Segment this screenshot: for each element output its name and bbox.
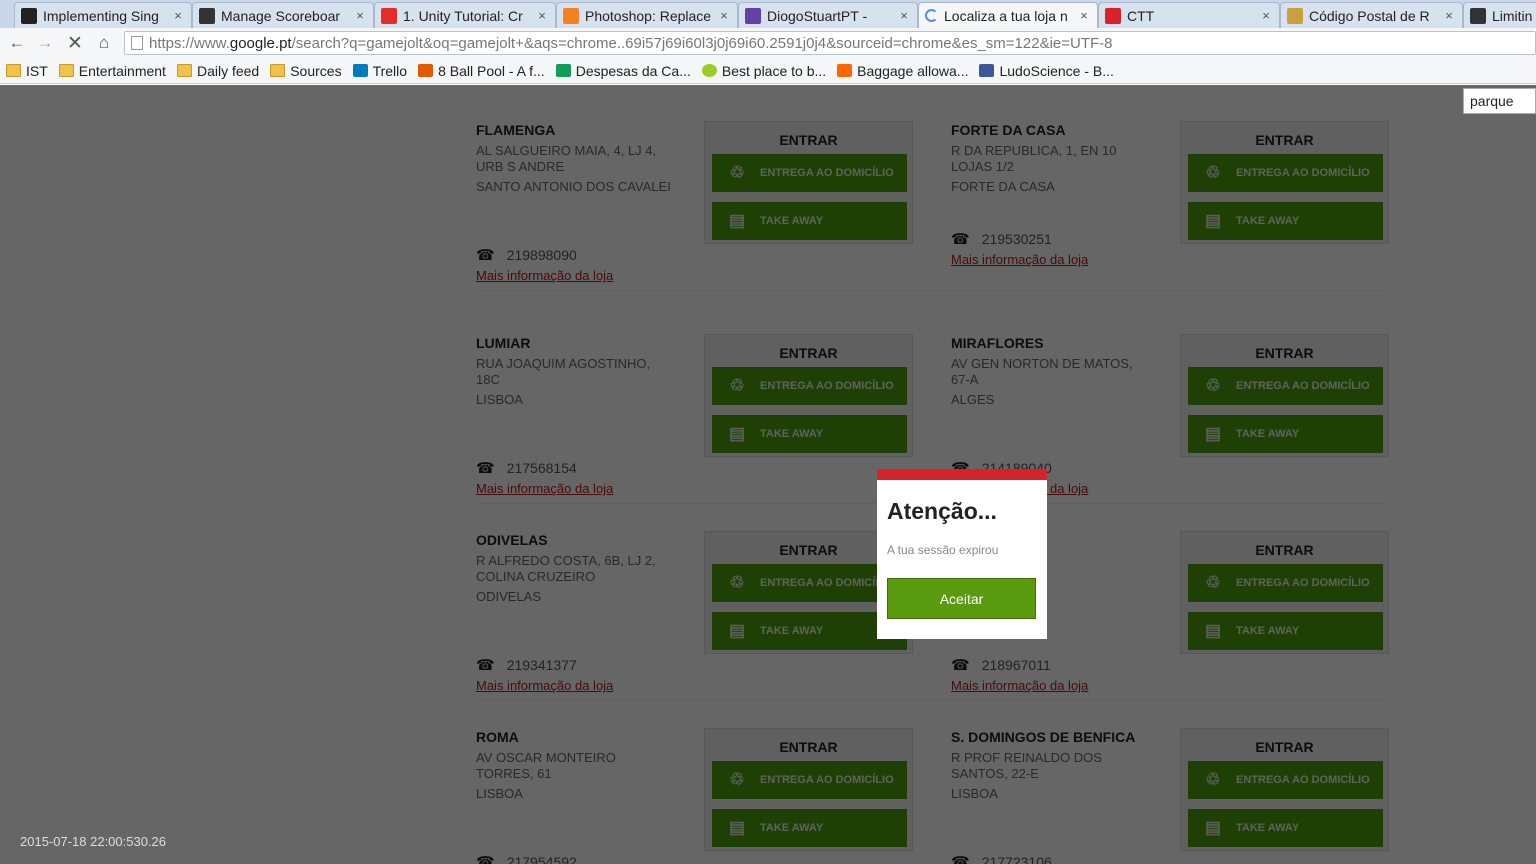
browser-toolbar: ← → ✕ ⌂ https://www. google.pt/search?q=g… [0, 28, 1536, 58]
back-arrow-icon[interactable]: ← [6, 32, 28, 54]
browser-tab[interactable]: DiogoStuartPT - × [738, 2, 918, 28]
search-input[interactable]: parque [1463, 88, 1536, 114]
url-host: google.pt [229, 34, 292, 52]
folder-icon [58, 64, 74, 77]
browser-tab[interactable]: Código Postal de R × [1280, 2, 1463, 28]
bookmark-label: 8 Ball Pool - A f... [438, 62, 545, 79]
ctt-icon [1105, 7, 1121, 24]
8-ball-pool-icon [418, 64, 434, 77]
page-icon [131, 36, 143, 50]
tab-close-icon[interactable]: × [717, 8, 731, 23]
youtube-icon [381, 7, 397, 24]
bookmark-label: Sources [290, 62, 342, 79]
bookmark-label: Best place to b... [721, 62, 827, 79]
tab-title: 1. Unity Tutorial: Cr [403, 7, 523, 24]
tab-close-icon[interactable]: × [1259, 8, 1273, 23]
browser-tab[interactable]: CTT × [1098, 2, 1280, 28]
tab-close-icon[interactable]: × [897, 8, 911, 23]
address-bar[interactable]: https://www. google.pt/search?q=gamejolt&… [124, 31, 1536, 55]
browser-tab[interactable]: Limitin [1463, 2, 1536, 28]
home-icon[interactable]: ⌂ [93, 32, 115, 54]
smiley-icon [701, 64, 717, 77]
modal-backdrop [0, 85, 1536, 864]
bookmark-label: LudoScience - B... [999, 62, 1114, 79]
bookmark-label: Daily feed [196, 62, 260, 79]
tab-title: Limitin [1492, 7, 1533, 24]
tab-title: Manage Scoreboar [221, 7, 341, 24]
dialog-message: A tua sessão expirou [887, 543, 999, 557]
browser-tab[interactable]: Implementing Sing × [14, 2, 192, 28]
accept-button[interactable]: Aceitar [887, 578, 1036, 619]
browser-tab[interactable]: Localiza a tua loja n × [918, 2, 1098, 28]
tab-title: Implementing Sing [43, 7, 159, 24]
tab-close-icon[interactable]: × [171, 8, 185, 23]
bookmark-item[interactable]: LudoScience - B... [979, 62, 1114, 79]
facebook-icon [979, 64, 995, 77]
medium-m-icon [21, 7, 37, 24]
browser-tab[interactable]: Photoshop: Replace × [556, 2, 738, 28]
bookmark-label: Baggage allowa... [857, 62, 969, 79]
easyjet-icon [837, 64, 853, 77]
browser-tab[interactable]: Manage Scoreboar × [192, 2, 374, 28]
codigo-postal-icon [1287, 7, 1303, 24]
bookmark-label: Trello [372, 62, 408, 79]
bookmark-item[interactable]: Trello [352, 62, 408, 79]
browser-tab[interactable]: 1. Unity Tutorial: Cr × [374, 2, 556, 28]
tab-close-icon[interactable]: × [353, 8, 367, 23]
tab-title: Photoshop: Replace [585, 7, 712, 24]
url-prefix: https://www. [149, 34, 230, 52]
tab-title: DiogoStuartPT - [767, 7, 868, 24]
bookmark-item[interactable]: Best place to b... [701, 62, 827, 79]
tab-close-icon[interactable]: × [1077, 8, 1091, 23]
dialog-title: Atenção... [887, 498, 997, 524]
url-rest: /search?q=gamejolt&oq=gamejolt+&aqs=chro… [291, 34, 1113, 52]
tab-title: Código Postal de R [1309, 7, 1430, 24]
gamejolt-icon [199, 7, 215, 24]
bookmark-item[interactable]: Baggage allowa... [837, 63, 968, 79]
loading-spinner-icon [925, 9, 938, 22]
bookmark-item[interactable]: Sources [270, 62, 342, 79]
timestamp: 2015-07-18 22:00:530.26 [20, 834, 167, 849]
stop-loading-icon[interactable]: ✕ [64, 32, 86, 54]
bookmark-item[interactable]: 8 Ball Pool - A f... [418, 63, 545, 79]
folder-icon [270, 64, 286, 77]
tab-title: CTT [1127, 7, 1155, 24]
sheets-icon [555, 64, 571, 77]
trello-icon [352, 64, 368, 77]
unity-icon [1470, 7, 1486, 24]
tab-close-icon[interactable]: × [535, 8, 549, 23]
bookmark-item[interactable]: Entertainment [58, 62, 166, 79]
twitch-icon [745, 7, 761, 24]
tab-close-icon[interactable]: × [1442, 8, 1456, 23]
session-expired-dialog: Atenção... A tua sessão expirou Aceitar [877, 469, 1047, 639]
tab-title: Localiza a tua loja n [944, 7, 1068, 24]
bookmark-item[interactable]: Despesas da Ca... [555, 62, 691, 79]
bookmark-item[interactable]: Daily feed [176, 62, 260, 79]
folder-icon [176, 64, 192, 77]
bookmark-label: Entertainment [78, 62, 166, 79]
bookmark-item[interactable]: IST [6, 63, 48, 79]
stackexchange-icon [563, 7, 579, 24]
browser-tab-bar: Implementing Sing × Manage Scoreboar × 1. Un… [0, 0, 1536, 28]
bookmark-label: IST [26, 62, 48, 79]
bookmark-label: Despesas da Ca... [575, 62, 691, 79]
folder-icon [6, 64, 21, 77]
forward-arrow-icon[interactable]: → [34, 32, 56, 54]
bookmarks-bar: IST Entertainment Daily feed Sources Trello 8… [0, 58, 1536, 84]
